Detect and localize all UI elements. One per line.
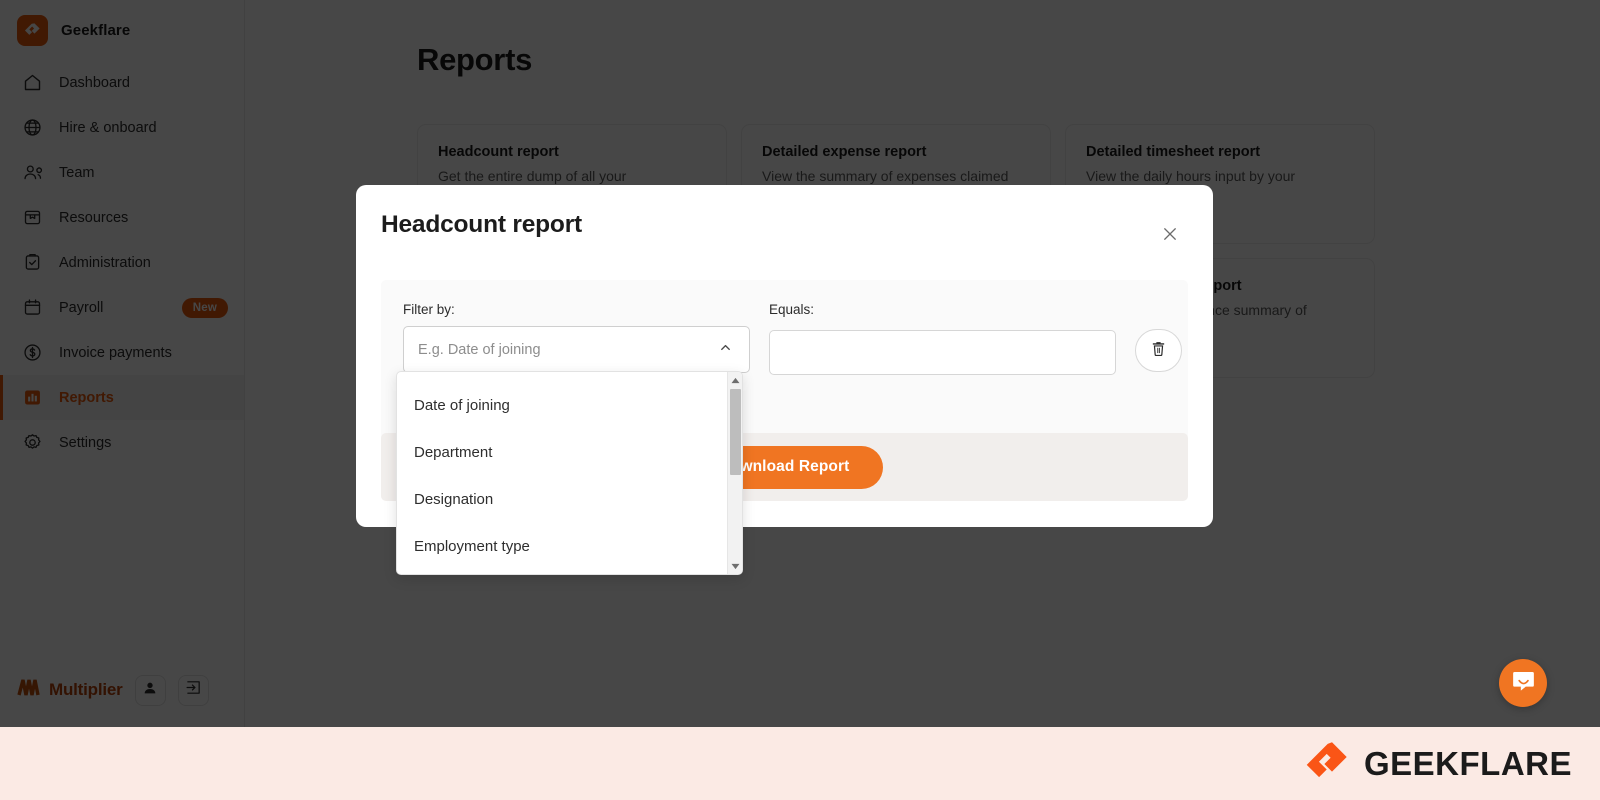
dropdown-options-list: Date of joining Department Designation E… <box>397 372 727 574</box>
geekflare-watermark: GEEKFLARE <box>0 727 1600 800</box>
geekflare-logo-icon <box>1304 738 1351 790</box>
caret-up-icon <box>731 372 740 389</box>
filter-by-dropdown: Date of joining Department Designation E… <box>396 371 743 575</box>
watermark-text: GEEKFLARE <box>1363 744 1572 782</box>
equals-column: Equals: <box>769 302 1116 375</box>
caret-down-icon <box>731 557 740 574</box>
modal-header: Headcount report <box>356 185 1213 249</box>
filter-by-placeholder: E.g. Date of joining <box>418 341 541 358</box>
dropdown-scrollbar[interactable] <box>727 372 742 574</box>
scroll-up-button[interactable] <box>728 372 742 389</box>
filter-row: Filter by: E.g. Date of joining Equals: <box>403 302 1182 375</box>
intercom-chat-button[interactable] <box>1499 659 1547 707</box>
equals-input[interactable] <box>769 330 1116 375</box>
app-window: Geekflare Dashboard Hire & onboard Team <box>0 0 1600 727</box>
scrollbar-thumb[interactable] <box>730 389 741 475</box>
intercom-chat-icon <box>1511 668 1536 698</box>
modal-title: Headcount report <box>381 211 582 238</box>
delete-filter-button[interactable] <box>1135 329 1182 372</box>
scroll-down-button[interactable] <box>728 557 742 574</box>
filter-by-column: Filter by: E.g. Date of joining <box>403 302 750 373</box>
dropdown-option-date-of-joining[interactable]: Date of joining <box>397 382 727 429</box>
dropdown-option-employment-type[interactable]: Employment type <box>397 523 727 570</box>
trash-icon <box>1150 340 1167 362</box>
filter-by-select[interactable]: E.g. Date of joining <box>403 326 750 373</box>
dropdown-option-department[interactable]: Department <box>397 429 727 476</box>
dropdown-option-designation[interactable]: Designation <box>397 476 727 523</box>
chevron-up-icon <box>718 340 733 360</box>
close-icon <box>1161 225 1179 248</box>
equals-label: Equals: <box>769 302 815 317</box>
filter-by-label: Filter by: <box>403 302 455 317</box>
close-button[interactable] <box>1157 223 1183 249</box>
